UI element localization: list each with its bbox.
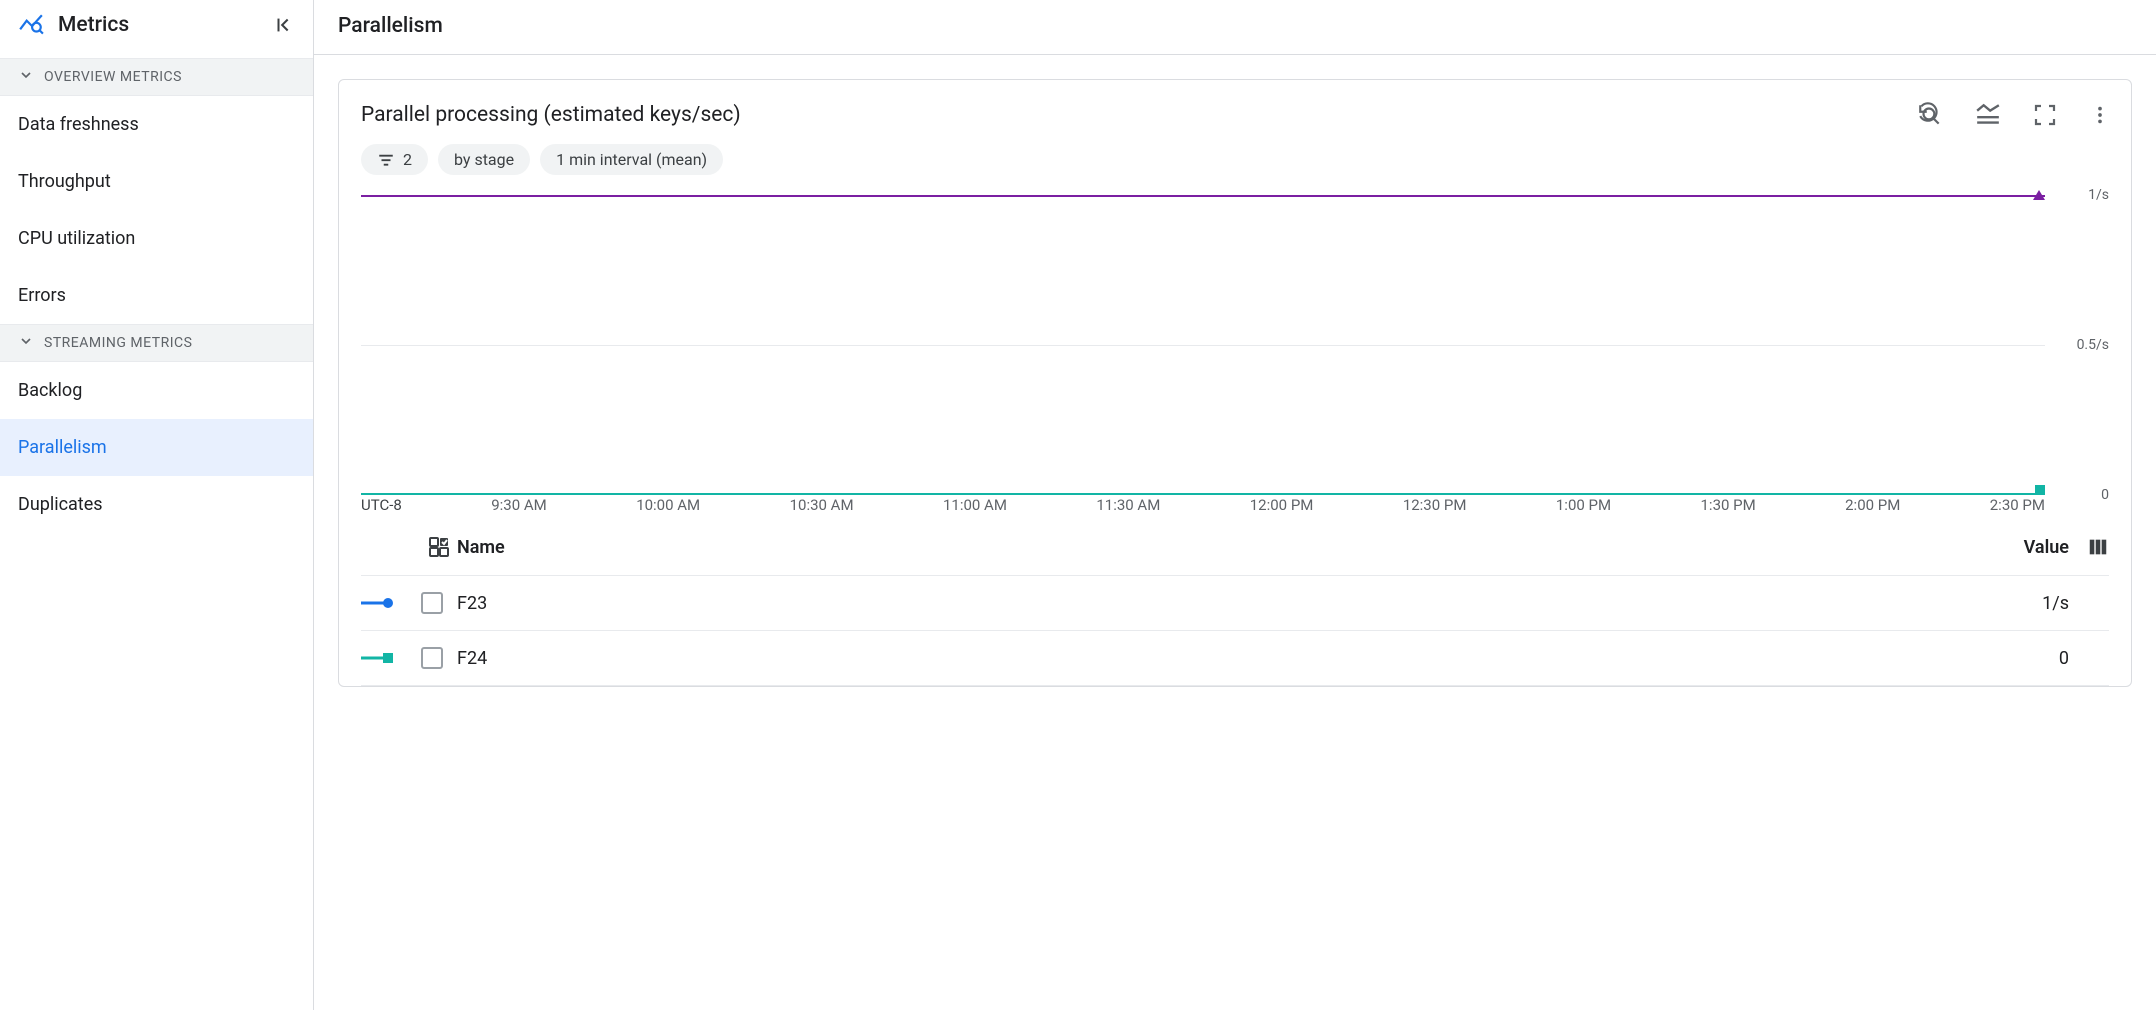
filter-icon bbox=[377, 151, 395, 169]
card-actions bbox=[1917, 102, 2119, 128]
main: Parallelism Parallel processing (estimat… bbox=[314, 0, 2156, 1010]
series-line-f23 bbox=[361, 195, 2045, 197]
chevron-down-icon bbox=[18, 333, 34, 353]
legend-row: F23 1/s bbox=[361, 576, 2109, 631]
sidebar-group-label: OVERVIEW METRICS bbox=[44, 69, 182, 85]
more-options-button[interactable] bbox=[2089, 102, 2111, 128]
x-tick: 10:30 AM bbox=[790, 496, 854, 514]
series-marker-f24 bbox=[2035, 485, 2045, 495]
sidebar-title: Metrics bbox=[58, 13, 129, 37]
legend-table: Name Value bbox=[339, 515, 2131, 686]
x-tick: 2:00 PM bbox=[1845, 496, 1900, 514]
legend-value: 1/s bbox=[1949, 593, 2069, 614]
interval-chip[interactable]: 1 min interval (mean) bbox=[540, 144, 723, 175]
x-tick: 12:30 PM bbox=[1403, 496, 1467, 514]
x-timezone: UTC-8 bbox=[361, 496, 402, 514]
legend-checkbox-f24[interactable] bbox=[421, 647, 443, 669]
x-tick: 2:30 PM bbox=[1990, 496, 2045, 514]
chart[interactable]: 1/s 0.5/s 0 UTC-8 9:30 AM 10:00 AM 10:30… bbox=[339, 185, 2131, 515]
legend-row: F24 0 bbox=[361, 631, 2109, 686]
chart-plot bbox=[361, 195, 2045, 495]
chip-label: by stage bbox=[454, 150, 514, 169]
chip-label: 2 bbox=[403, 150, 412, 169]
sidebar-item-backlog[interactable]: Backlog bbox=[0, 362, 313, 419]
collapse-sidebar-button[interactable] bbox=[273, 14, 295, 36]
reset-zoom-button[interactable] bbox=[1917, 102, 1943, 128]
chart-x-axis: UTC-8 9:30 AM 10:00 AM 10:30 AM 11:00 AM… bbox=[361, 495, 2045, 515]
sidebar-item-cpu-utilization[interactable]: CPU utilization bbox=[0, 210, 313, 267]
chip-label: 1 min interval (mean) bbox=[556, 150, 707, 169]
legend-value: 0 bbox=[1949, 648, 2069, 669]
page-title: Parallelism bbox=[314, 0, 2156, 55]
series-marker-f23 bbox=[2033, 190, 2045, 200]
series-swatch-f23 bbox=[361, 596, 421, 610]
legend-checkbox-f23[interactable] bbox=[421, 592, 443, 614]
sidebar-group-streaming[interactable]: STREAMING METRICS bbox=[0, 324, 313, 362]
fullscreen-button[interactable] bbox=[2033, 102, 2057, 128]
x-tick: 12:00 PM bbox=[1250, 496, 1314, 514]
sidebar-header: Metrics bbox=[0, 0, 313, 58]
series-swatch-f24 bbox=[361, 651, 421, 665]
chart-y-axis: 1/s 0.5/s 0 bbox=[2049, 195, 2109, 495]
sidebar: Metrics OVERVIEW METRICS Data freshness … bbox=[0, 0, 314, 1010]
sidebar-item-data-freshness[interactable]: Data freshness bbox=[0, 96, 313, 153]
y-tick: 1/s bbox=[2088, 187, 2109, 203]
x-tick: 10:00 AM bbox=[636, 496, 700, 514]
content: Parallel processing (estimated keys/sec) bbox=[314, 55, 2156, 1010]
legend-value-header[interactable]: Value bbox=[1949, 537, 2069, 558]
sidebar-item-throughput[interactable]: Throughput bbox=[0, 153, 313, 210]
sidebar-item-errors[interactable]: Errors bbox=[0, 267, 313, 324]
column-selector-button[interactable] bbox=[2069, 536, 2109, 558]
metrics-icon bbox=[18, 12, 44, 38]
x-tick: 9:30 AM bbox=[491, 496, 547, 514]
sidebar-item-duplicates[interactable]: Duplicates bbox=[0, 476, 313, 533]
legend-name-header[interactable]: Name bbox=[457, 537, 1949, 558]
y-tick: 0 bbox=[2101, 487, 2109, 503]
group-by-chip[interactable]: by stage bbox=[438, 144, 530, 175]
sidebar-group-label: STREAMING METRICS bbox=[44, 335, 192, 351]
filter-chip-count[interactable]: 2 bbox=[361, 144, 428, 175]
card-header: Parallel processing (estimated keys/sec) bbox=[339, 102, 2131, 128]
x-tick: 11:00 AM bbox=[943, 496, 1007, 514]
legend-name: F24 bbox=[457, 648, 1949, 669]
chevron-down-icon bbox=[18, 67, 34, 87]
x-tick: 11:30 AM bbox=[1096, 496, 1160, 514]
select-all-icon[interactable] bbox=[421, 535, 457, 559]
sidebar-group-overview[interactable]: OVERVIEW METRICS bbox=[0, 58, 313, 96]
x-tick: 1:00 PM bbox=[1556, 496, 1611, 514]
chart-card: Parallel processing (estimated keys/sec) bbox=[338, 79, 2132, 687]
x-tick: 1:30 PM bbox=[1701, 496, 1756, 514]
y-tick: 0.5/s bbox=[2077, 337, 2109, 353]
legend-name: F23 bbox=[457, 593, 1949, 614]
sidebar-item-parallelism[interactable]: Parallelism bbox=[0, 419, 313, 476]
card-title: Parallel processing (estimated keys/sec) bbox=[361, 103, 741, 127]
filter-chips: 2 by stage 1 min interval (mean) bbox=[339, 128, 2131, 185]
legend-toggle-button[interactable] bbox=[1975, 102, 2001, 128]
legend-header-row: Name Value bbox=[361, 519, 2109, 576]
